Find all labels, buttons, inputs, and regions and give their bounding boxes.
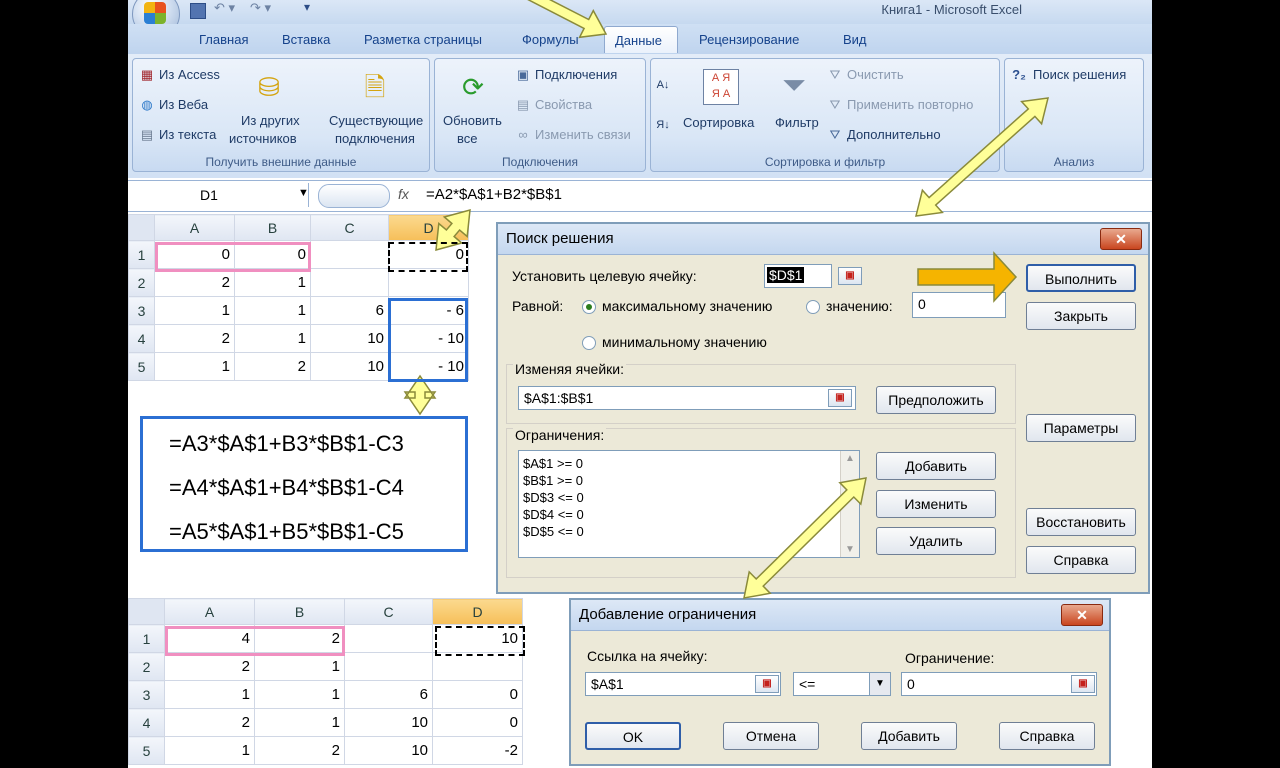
arrow-to-data-tab [527,0,608,39]
slide: ↶ ▾ ↷ ▾ ▾ Книга1 - Microsoft Excel Главн… [128,0,1152,768]
arrow-cells-to-formulas [403,374,437,416]
arrow-add-button-to-add-dialog [743,477,867,599]
arrow-solver-button-to-dialog [915,97,1049,217]
annotation-arrows [403,0,1049,599]
arrow-to-solve-button [917,251,1018,303]
arrow-target-cell-to-formula [435,208,471,252]
